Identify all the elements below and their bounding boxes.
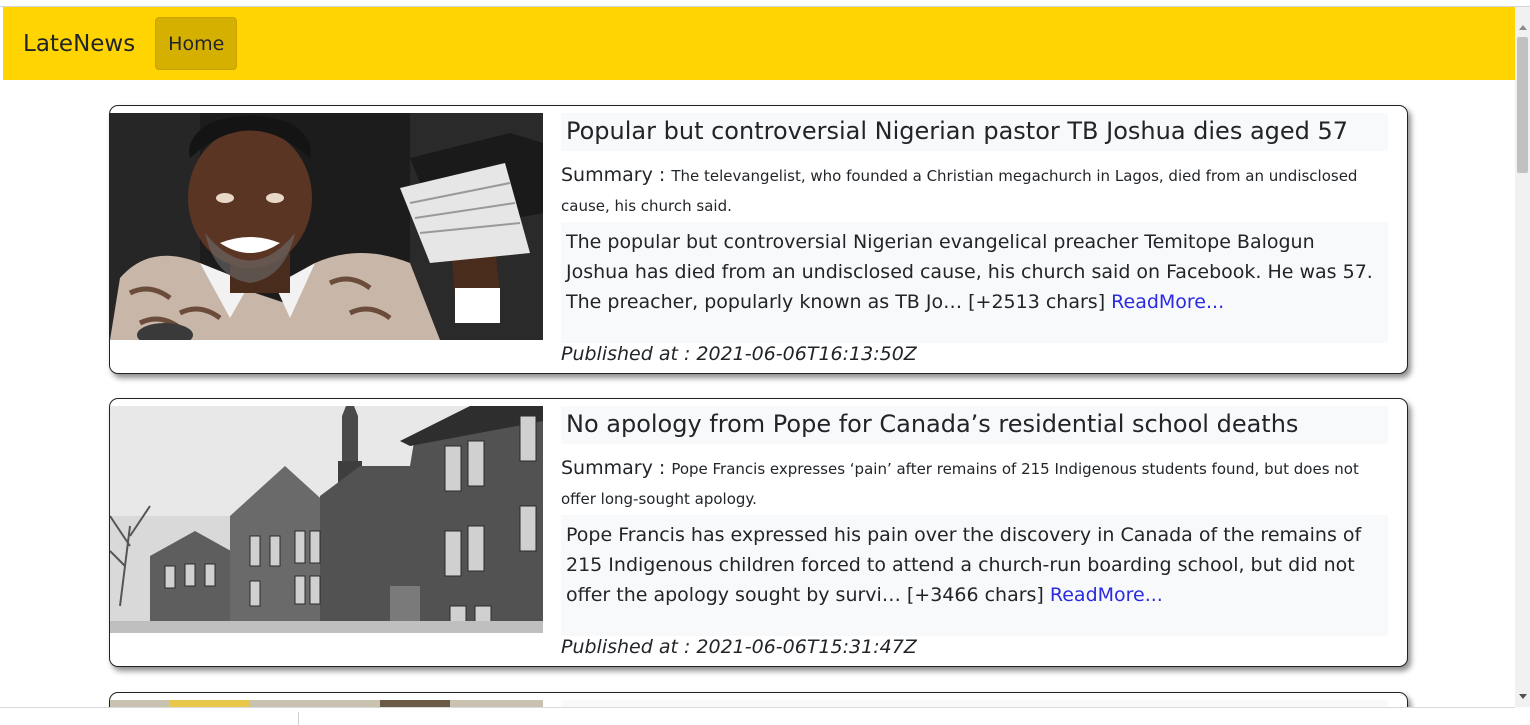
brand-logo-link[interactable]: LateNews [23,31,135,57]
article-title: Popular but controversial Nigerian pasto… [561,113,1388,151]
article-summary: Summary : The televangelist, who founded… [561,160,1361,221]
scroll-up-arrow-icon[interactable] [1519,25,1527,30]
content-text: The popular but controversial Nigerian e… [566,231,1373,313]
vertical-scrollbar[interactable] [1515,7,1530,707]
published-date: Published at : 2021-06-06T16:13:50Z [561,343,917,365]
readmore-link[interactable]: ReadMore... [1111,291,1224,313]
summary-text: Pope Francis expresses ‘pain’ after rema… [561,460,1359,508]
nav-home-button[interactable]: Home [155,17,238,70]
status-divider [298,712,299,725]
summary-label: Summary : [561,457,672,479]
article-title: No apology from Pope for Canada’s reside… [561,406,1388,444]
content-text: Pope Francis has expressed his pain over… [566,524,1362,606]
news-image-portrait [110,113,543,340]
navbar: LateNews Home [3,7,1515,80]
scroll-down-arrow-icon[interactable] [1519,694,1527,699]
readmore-link[interactable]: ReadMore... [1050,584,1163,606]
school-building-photo-icon [110,406,543,633]
summary-label: Summary : [561,164,672,186]
summary-text: The televangelist, who founded a Christi… [561,167,1358,215]
browser-top-edge [0,0,1530,7]
news-image-school [110,406,543,633]
published-date: Published at : 2021-06-06T15:31:47Z [561,636,917,658]
article-summary: Summary : Pope Francis expresses ‘pain’ … [561,453,1361,514]
article-content: Pope Francis has expressed his pain over… [561,515,1388,636]
bottom-status-bar [0,707,1515,725]
article-content: The popular but controversial Nigerian e… [561,222,1388,343]
news-card: Popular but controversial Nigerian pasto… [109,105,1408,374]
news-card: No apology from Pope for Canada’s reside… [109,398,1408,667]
portrait-photo-icon [110,113,543,340]
scrollbar-thumb[interactable] [1517,37,1528,173]
